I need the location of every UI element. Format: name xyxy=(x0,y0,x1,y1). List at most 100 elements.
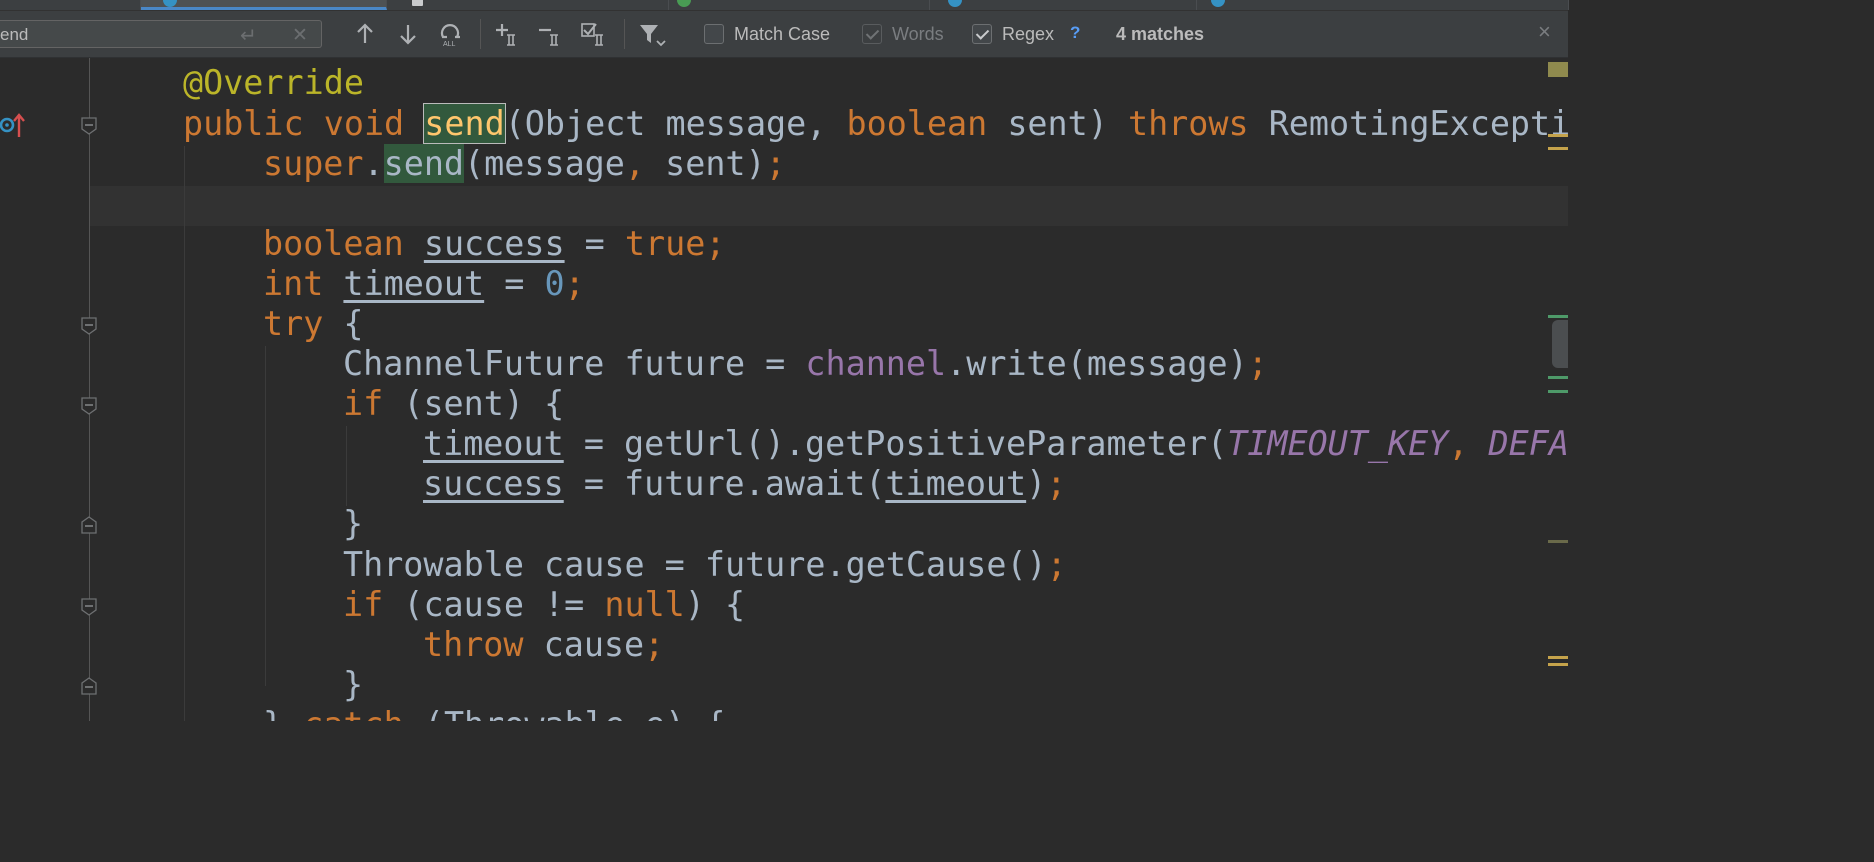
stripe-mark xyxy=(1548,540,1568,543)
stripe-mark xyxy=(1548,663,1568,666)
keyword: int xyxy=(263,264,324,303)
keyword: super xyxy=(263,144,364,183)
code-line: } xyxy=(343,665,364,704)
filter-icon[interactable] xyxy=(638,21,666,47)
keyword: if xyxy=(343,384,384,423)
local-variable: success xyxy=(423,224,565,263)
code-editor[interactable]: @Override public void send(Object messag… xyxy=(0,58,1568,721)
match-case-option[interactable]: Match Case xyxy=(704,22,830,46)
code-line: success = future.await(timeout); xyxy=(423,464,1067,503)
identifier: future xyxy=(704,545,826,584)
indent-guide xyxy=(346,426,347,506)
fold-collapse-icon[interactable] xyxy=(81,317,97,335)
identifier: message xyxy=(484,144,625,183)
type-name: RemotingExcepti xyxy=(1268,104,1568,143)
identifier: message xyxy=(665,104,807,143)
regex-checkbox[interactable] xyxy=(972,24,992,44)
stripe-mark xyxy=(1548,62,1568,77)
class-icon xyxy=(163,0,177,7)
method-call: getPositiveParameter xyxy=(804,424,1208,463)
method-call: getCause xyxy=(845,545,1007,584)
match-case-checkbox[interactable] xyxy=(704,24,724,44)
code-line: ChannelFuture future = channel.write(mes… xyxy=(343,344,1268,383)
editor-tab[interactable] xyxy=(1197,0,1569,10)
previous-occurrence-icon[interactable] xyxy=(353,21,377,47)
fold-end-icon[interactable] xyxy=(81,516,97,534)
stripe-mark xyxy=(1548,390,1568,393)
keyword: throw xyxy=(423,625,524,664)
editor-tab[interactable] xyxy=(930,0,1197,10)
type-name: Throwable xyxy=(444,705,625,721)
local-variable: timeout xyxy=(343,264,485,303)
regex-help-link[interactable]: ? xyxy=(1070,23,1080,43)
editor-tab[interactable] xyxy=(669,0,930,10)
annotation: @Override xyxy=(183,63,364,102)
code-line: } xyxy=(343,504,364,543)
fold-collapse-icon[interactable] xyxy=(81,397,97,415)
file-icon xyxy=(412,0,423,6)
add-occurrence-icon[interactable] xyxy=(494,21,522,47)
class-icon xyxy=(948,0,962,7)
keyword: catch xyxy=(303,705,404,721)
gutter-divider xyxy=(89,58,90,721)
identifier: sent xyxy=(1007,104,1088,143)
indent-guide xyxy=(184,146,185,721)
editor-tab-strip xyxy=(0,0,1569,11)
words-option: Words xyxy=(862,22,944,46)
local-variable: timeout xyxy=(423,424,564,463)
code-line: int timeout = 0; xyxy=(263,264,585,303)
current-search-match[interactable]: send xyxy=(423,103,506,144)
identifier: cause xyxy=(544,545,645,584)
next-occurrence-icon[interactable] xyxy=(396,21,420,47)
words-checkbox xyxy=(862,24,882,44)
identifier: sent xyxy=(423,384,504,423)
number-literal: 0 xyxy=(544,264,565,303)
identifier: cause xyxy=(543,625,645,664)
stripe-mark xyxy=(1548,134,1568,137)
editor-tab-active[interactable] xyxy=(141,0,387,10)
match-case-label: Match Case xyxy=(734,23,831,44)
fold-collapse-icon[interactable] xyxy=(81,117,97,135)
toolbar-separator xyxy=(624,19,625,49)
close-icon[interactable]: × xyxy=(1538,19,1551,45)
search-match[interactable]: send xyxy=(383,144,465,183)
remove-occurrence-icon[interactable] xyxy=(537,21,565,47)
keyword: true xyxy=(624,224,706,263)
constant: DEFA xyxy=(1488,424,1568,463)
code-line: if (sent) { xyxy=(343,384,565,423)
fold-collapse-icon[interactable] xyxy=(81,598,97,616)
identifier: sent xyxy=(665,144,746,183)
editor-tab[interactable] xyxy=(0,0,141,10)
return-arrow-icon[interactable]: ↵ xyxy=(240,23,257,48)
toolbar-separator xyxy=(480,19,481,49)
keyword: null xyxy=(604,585,685,624)
select-all-occurrences-icon[interactable]: ALL xyxy=(438,21,464,47)
type-name: ChannelFuture xyxy=(343,344,605,383)
constant: TIMEOUT_KEY xyxy=(1227,424,1449,463)
scroll-thumb[interactable] xyxy=(1552,320,1568,368)
code-line: super.send(message, sent); xyxy=(263,144,786,183)
clear-icon[interactable]: ✕ xyxy=(292,24,308,47)
code-line: boolean success = true; xyxy=(263,224,726,263)
keyword: throws xyxy=(1127,104,1249,143)
code-line: timeout = getUrl().getPositiveParameter(… xyxy=(423,424,1568,463)
editor-tab[interactable] xyxy=(388,0,669,10)
code-line: Throwable cause = future.getCause(); xyxy=(343,545,1067,584)
overrides-method-icon[interactable] xyxy=(0,110,30,140)
stripe-mark xyxy=(1548,147,1568,150)
code-line: try { xyxy=(263,304,364,343)
keyword: void xyxy=(323,104,405,143)
identifier: future xyxy=(624,344,746,383)
indent-guide xyxy=(265,346,266,686)
code-line: @Override xyxy=(183,63,364,103)
fold-end-icon[interactable] xyxy=(81,677,97,695)
identifier: cause xyxy=(423,585,524,624)
search-query[interactable]: end xyxy=(0,25,28,45)
search-field[interactable]: end ↵ ✕ xyxy=(0,20,322,48)
identifier: future xyxy=(624,464,745,503)
regex-option[interactable]: Regex xyxy=(972,22,1054,46)
code-line: throw cause; xyxy=(423,625,665,664)
toggle-select-occurrence-icon[interactable] xyxy=(580,21,610,47)
field: channel xyxy=(805,344,947,383)
caret-row-highlight xyxy=(90,186,1568,226)
